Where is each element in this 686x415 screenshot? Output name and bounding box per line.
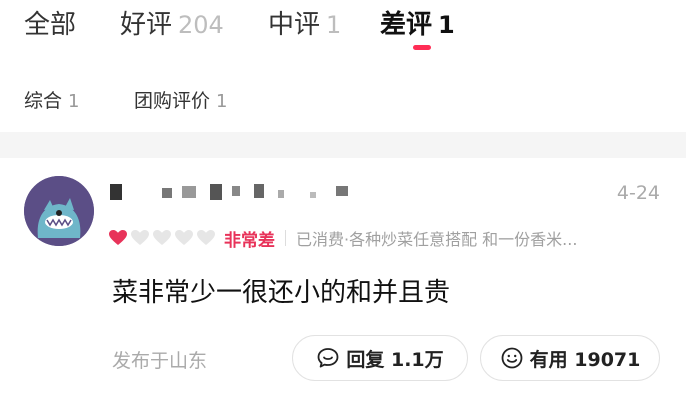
tab-negative-label: 差评 — [380, 10, 433, 40]
review-card: 4-24 非常差 已消费·各种炒菜任意搭配 和一份香米... 菜非常少一很还小的… — [0, 158, 686, 415]
divider — [285, 230, 286, 246]
tab-all[interactable]: 全部 — [24, 4, 76, 44]
tab-negative-count: 1 — [438, 11, 455, 39]
tab-neutral[interactable]: 中评 1 — [268, 4, 341, 44]
rating-row: 非常差 已消费·各种炒菜任意搭配 和一份香米... — [108, 226, 668, 251]
tab-all-label: 全部 — [24, 10, 77, 40]
heart-empty-icon — [175, 230, 193, 245]
review-location: 发布于山东 — [112, 350, 208, 372]
avatar[interactable] — [24, 176, 94, 246]
heart-empty-icon — [131, 230, 149, 245]
tab-positive[interactable]: 好评 204 — [120, 4, 224, 44]
section-divider — [0, 132, 686, 158]
filter-overall[interactable]: 综合 1 — [24, 86, 79, 113]
review-filters: 综合 1 团购评价 1 — [0, 64, 686, 132]
review-tabs: 全部 好评 204 中评 1 差评 1 — [0, 0, 686, 64]
tab-neutral-count: 1 — [326, 11, 342, 39]
comment-icon — [317, 348, 339, 368]
tab-negative[interactable]: 差评 1 — [380, 4, 455, 44]
username-masked — [110, 180, 370, 206]
tab-positive-label: 好评 — [120, 10, 173, 40]
filter-overall-count: 1 — [68, 91, 80, 112]
rating-text: 非常差 — [224, 230, 275, 251]
active-tab-indicator — [413, 45, 431, 50]
reply-label: 回复 1.1万 — [346, 348, 444, 371]
useful-label: 有用 19071 — [529, 348, 641, 371]
heart-empty-icon — [153, 230, 171, 245]
rating-hearts — [108, 228, 218, 248]
purchase-info[interactable]: 已消费·各种炒菜任意搭配 和一份香米... — [296, 226, 577, 250]
review-date: 4-24 — [616, 182, 660, 204]
smile-icon — [501, 347, 523, 369]
reply-button[interactable]: 回复 1.1万 — [292, 335, 468, 381]
filter-group-buy-label: 团购评价 — [134, 90, 211, 112]
tab-neutral-label: 中评 — [268, 10, 321, 40]
heart-empty-icon — [197, 230, 215, 245]
avatar-monster-icon — [24, 176, 94, 246]
filter-group-buy[interactable]: 团购评价 1 — [134, 86, 227, 113]
filter-group-buy-count: 1 — [216, 91, 228, 112]
tab-positive-count: 204 — [178, 11, 224, 39]
filter-overall-label: 综合 — [24, 90, 63, 112]
heart-filled-icon — [109, 230, 127, 245]
review-content[interactable]: 菜非常少一很还小的和并且贵 — [112, 272, 450, 309]
useful-button[interactable]: 有用 19071 — [480, 335, 660, 381]
